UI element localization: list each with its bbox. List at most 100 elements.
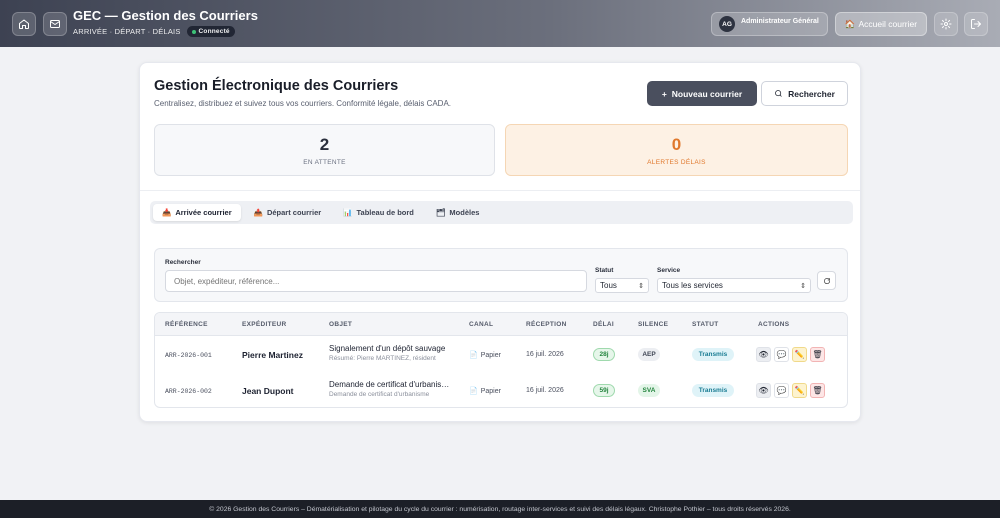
row-object-summary: Demande de certificat d'urbanisme — [329, 391, 430, 398]
search-button[interactable]: Rechercher — [761, 81, 848, 106]
mail-button[interactable] — [43, 12, 67, 36]
chevron-updown-icon: ⇕ — [800, 282, 806, 290]
stat-alerts-label: ALERTES DÉLAIS — [647, 159, 706, 166]
home-button[interactable] — [12, 12, 36, 36]
plus-icon: + — [661, 88, 667, 99]
status-badge: Transmis — [692, 384, 734, 397]
tab-label: Tableau de bord — [356, 208, 414, 217]
eye-icon: 👁 — [758, 386, 769, 395]
table-header: RÉFÉRENCE EXPÉDITEUR OBJET CANAL RÉCEPTI… — [155, 313, 847, 336]
column-header: RÉFÉRENCE — [165, 321, 208, 328]
search-icon — [775, 90, 782, 97]
app-subtitle-text: ARRIVÉE · DÉPART · DÉLAIS — [73, 27, 181, 36]
column-header: EXPÉDITEUR — [242, 321, 287, 328]
mail-table: RÉFÉRENCE EXPÉDITEUR OBJET CANAL RÉCEPTI… — [154, 312, 848, 408]
chevron-updown-icon: ⇕ — [638, 282, 644, 290]
eye-icon: 👁 — [758, 350, 769, 359]
row-channel-label: Papier — [480, 387, 501, 395]
user-menu[interactable]: AG Administrateur Général — [711, 12, 828, 36]
home-mail-label: Accueil courrier — [858, 19, 918, 29]
delete-button[interactable]: 🗑 — [810, 347, 825, 362]
tab-templates[interactable]: 🗂 Modèles — [427, 204, 489, 221]
column-header: SILENCE — [638, 321, 669, 328]
row-reference: ARR-2026-001 — [165, 352, 212, 359]
column-header: RÉCEPTION — [526, 321, 567, 328]
new-mail-button[interactable]: + Nouveau courrier — [647, 81, 757, 106]
table-row[interactable]: ARR-2026-002 Jean Dupont Demande de cert… — [155, 373, 847, 407]
tab-depart[interactable]: 📤 Départ courrier — [245, 204, 331, 221]
divider — [140, 190, 860, 191]
stat-waiting: 2 EN ATTENTE — [154, 124, 495, 176]
service-select-value: Tous les services — [662, 281, 723, 290]
delay-badge: 59j — [593, 384, 615, 397]
comment-button[interactable]: 💬 — [774, 347, 789, 362]
tab-label: Arrivée courrier — [175, 208, 232, 217]
stat-alerts-value: 0 — [671, 135, 682, 154]
row-channel: 📄 Papier — [469, 351, 501, 360]
comment-button[interactable]: 💬 — [774, 383, 789, 398]
pencil-icon: ✏️ — [794, 350, 805, 359]
search-field-label: Rechercher — [165, 259, 201, 266]
search-button-label: Rechercher — [788, 88, 835, 99]
row-object-summary: Résumé: Pierre MARTINEZ, résident — [329, 355, 436, 362]
house-icon: 🏠 — [844, 18, 856, 29]
column-header: CANAL — [469, 321, 494, 328]
connection-badge: Connecté — [186, 26, 235, 37]
stat-waiting-label: EN ATTENTE — [303, 159, 346, 166]
status-select[interactable]: Tous ⇕ — [595, 278, 649, 293]
view-button[interactable]: 👁 — [756, 347, 771, 362]
new-mail-label: Nouveau courrier — [671, 88, 743, 99]
row-received: 16 juil. 2026 — [526, 351, 564, 358]
row-actions: 👁 💬 ✏️ 🗑 — [756, 347, 825, 362]
logout-icon — [971, 19, 981, 29]
service-select[interactable]: Tous les services ⇕ — [657, 278, 811, 293]
delete-button[interactable]: 🗑 — [810, 383, 825, 398]
delay-badge: 28j — [593, 348, 615, 361]
mail-icon — [50, 20, 60, 28]
table-row[interactable]: ARR-2026-001 Pierre Martinez Signalement… — [155, 337, 847, 373]
silence-badge: SVA — [638, 384, 660, 397]
page-title: Gestion Électronique des Courriers — [154, 78, 399, 94]
home-icon — [19, 19, 29, 29]
inbox-icon: 📥 — [162, 208, 172, 217]
comment-icon: 💬 — [776, 350, 787, 359]
edit-button[interactable]: ✏️ — [792, 383, 807, 398]
page-description: Centralisez, distribuez et suivez tous v… — [154, 99, 452, 108]
column-header: DÉLAI — [593, 321, 614, 328]
stat-alerts: 0 ALERTES DÉLAIS — [505, 124, 848, 176]
user-name: Administrateur Général — [741, 17, 819, 25]
filter-panel: Rechercher Statut Tous ⇕ Service Tous le… — [154, 248, 848, 302]
avatar: AG — [719, 16, 735, 32]
paper-icon: 📄 — [469, 388, 478, 395]
chart-icon: 📊 — [343, 208, 353, 217]
logout-button[interactable] — [964, 12, 988, 36]
row-sender: Pierre Martinez — [242, 350, 303, 360]
edit-button[interactable]: ✏️ — [792, 347, 807, 362]
column-header: ACTIONS — [758, 321, 790, 328]
row-object: Signalement d'un dépôt sauvage Résumé: P… — [329, 344, 451, 362]
row-received: 16 juil. 2026 — [526, 387, 564, 394]
view-button[interactable]: 👁 — [756, 383, 771, 398]
tab-arrivee[interactable]: 📥 Arrivée courrier — [153, 204, 241, 221]
column-header: STATUT — [692, 321, 719, 328]
tab-label: Modèles — [449, 208, 480, 217]
search-input[interactable] — [165, 270, 587, 292]
home-mail-button[interactable]: 🏠 Accueil courrier — [835, 12, 927, 36]
comment-icon: 💬 — [776, 386, 787, 395]
tab-bar: 📥 Arrivée courrier 📤 Départ courrier 📊 T… — [150, 201, 853, 224]
service-filter-label: Service — [657, 267, 681, 274]
main-card: Gestion Électronique des Courriers Centr… — [139, 62, 861, 422]
row-channel-label: Papier — [480, 351, 501, 359]
status-filter-label: Statut — [595, 267, 614, 274]
row-object-title: Signalement d'un dépôt sauvage — [329, 344, 446, 353]
row-object: Demande de certificat d'urbanisme Demand… — [329, 380, 451, 398]
settings-button[interactable] — [934, 12, 958, 36]
trash-icon: 🗑 — [812, 386, 823, 395]
folder-icon: 🗂 — [435, 208, 446, 217]
status-select-value: Tous — [600, 281, 617, 290]
column-header: OBJET — [329, 321, 353, 328]
reset-filters-button[interactable] — [817, 271, 836, 290]
stat-waiting-value: 2 — [319, 135, 330, 154]
tab-dashboard[interactable]: 📊 Tableau de bord — [334, 204, 423, 221]
pencil-icon: ✏️ — [794, 386, 805, 395]
